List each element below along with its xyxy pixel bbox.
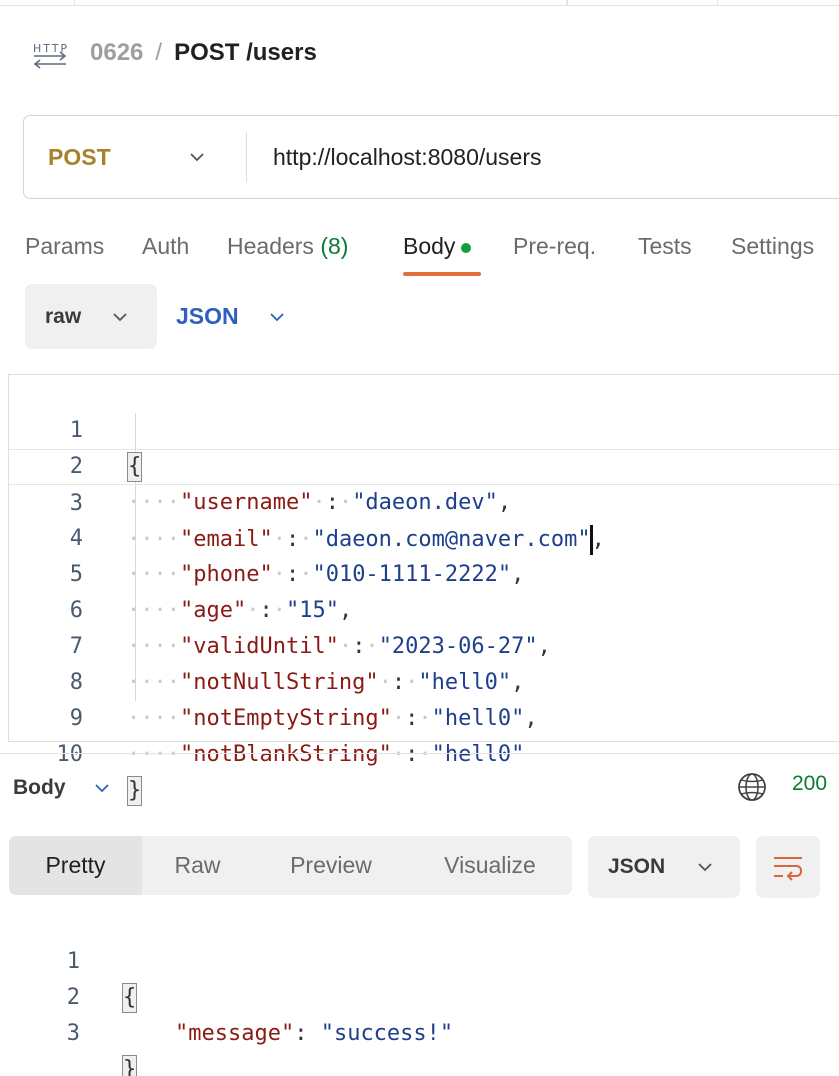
tab-strip-segment[interactable] <box>567 0 718 6</box>
response-divider[interactable] <box>0 753 839 754</box>
method-label: POST <box>48 143 111 170</box>
tab-settings[interactable]: Settings <box>731 226 814 266</box>
code-line: 7 ····"notNullString"·:·"hell0", <box>9 593 839 695</box>
tab-preview[interactable]: Preview <box>263 836 399 895</box>
headers-count: (8) <box>320 233 349 259</box>
code-line: 9 ····"notBlankString"·:·"hell0" <box>9 665 839 767</box>
chevron-down-icon <box>270 312 284 321</box>
response-title: Body <box>13 776 66 799</box>
tab-label: Headers <box>227 233 314 259</box>
close-brace: } <box>127 776 143 806</box>
line-number: 3 <box>66 1021 80 1046</box>
chevron-down-icon <box>698 863 712 872</box>
breadcrumb-separator: / <box>155 39 163 66</box>
request-body-editor[interactable]: 1 { 2 ····"username"·:·"daeon.dev", 3 ··… <box>8 374 839 806</box>
code-line: 3 } <box>8 980 839 1076</box>
tab-body[interactable]: Body <box>403 226 472 266</box>
response-format-select[interactable]: JSON <box>588 836 740 898</box>
tab-headers[interactable]: Headers (8) <box>227 226 348 266</box>
body-mode-label: raw <box>45 304 82 328</box>
globe-icon[interactable] <box>736 771 768 803</box>
json-value: "success!" <box>320 1021 454 1046</box>
response-body-select[interactable]: Body <box>13 770 113 806</box>
code-line: 10 } <box>9 701 839 806</box>
tab-strip-segment[interactable] <box>0 0 75 6</box>
code-line-current: 3 ····"email"·:·"daeon.com@naver.com", <box>9 449 839 555</box>
code-line: 8 ····"notEmptyString"·:·"hell0", <box>9 629 839 731</box>
code-line: 1 { <box>8 908 839 1013</box>
code-line: 4 ····"phone"·:·"010-1111-2222", <box>9 485 839 587</box>
url-input[interactable]: http://localhost:8080/users <box>273 144 542 171</box>
tab-label: Params <box>25 233 105 259</box>
wrap-lines-icon <box>774 857 803 881</box>
tab-visualize[interactable]: Visualize <box>409 836 571 895</box>
tab-pre-request[interactable]: Pre-req. <box>513 226 596 266</box>
status-code[interactable]: 200 <box>792 772 827 796</box>
url-bar: POST http://localhost:8080/users <box>23 115 839 199</box>
breadcrumb-collection[interactable]: 0626 <box>90 39 143 67</box>
request-tabs: Params Auth Headers (8) Body Pre-req. Te… <box>25 226 839 278</box>
tab-pretty[interactable]: Pretty <box>9 836 142 895</box>
line-number: 10 <box>56 742 84 767</box>
close-brace: } <box>122 1055 138 1076</box>
chevron-down-icon <box>95 784 109 793</box>
breadcrumb: HTTP 0626 / POST /users <box>32 34 317 72</box>
url-divider <box>246 132 247 182</box>
body-mode-select[interactable]: raw <box>25 284 157 349</box>
wrap-lines-button[interactable] <box>756 836 820 898</box>
method-select[interactable]: POST <box>24 116 246 198</box>
active-tab-underline <box>403 272 481 276</box>
code-line: 2 "message": "success!" <box>8 944 839 1046</box>
tab-label: Tests <box>638 233 692 259</box>
response-format-label: JSON <box>608 855 666 878</box>
tab-label: Auth <box>142 233 190 259</box>
code-line: 6 ····"validUntil"·:·"2023-06-27", <box>9 557 839 659</box>
code-line: 2 ····"username"·:·"daeon.dev", <box>9 413 839 515</box>
tab-label: Settings <box>731 233 815 259</box>
code-line: 1 { <box>9 377 839 482</box>
response-view-tabs: Pretty Raw Preview Visualize <box>9 836 572 895</box>
top-tab-strip <box>0 0 839 6</box>
json-key: "notBlankString" <box>179 742 392 767</box>
tab-raw[interactable]: Raw <box>142 836 253 895</box>
tab-tests[interactable]: Tests <box>638 226 692 266</box>
http-icon: HTTP <box>33 42 67 69</box>
request-name[interactable]: POST /users <box>174 39 317 67</box>
json-value: "hell0" <box>431 742 525 767</box>
chevron-down-icon <box>190 153 204 162</box>
tab-label: Pre-req. <box>513 233 597 259</box>
body-indicator-dot <box>461 242 472 253</box>
tab-label: Body <box>403 233 456 259</box>
response-body-viewer[interactable]: 1 { 2 "message": "success!" 3 } <box>8 908 839 1076</box>
tab-auth[interactable]: Auth <box>142 226 189 266</box>
body-language-label: JSON <box>176 303 239 329</box>
body-language-select[interactable]: JSON <box>176 284 288 349</box>
code-line: 5 ····"age"·:·"15", <box>9 521 839 623</box>
tab-strip-segment[interactable] <box>75 0 567 6</box>
tab-params[interactable]: Params <box>25 226 104 266</box>
json-key: "message" <box>174 1021 295 1046</box>
chevron-down-icon <box>113 312 127 321</box>
